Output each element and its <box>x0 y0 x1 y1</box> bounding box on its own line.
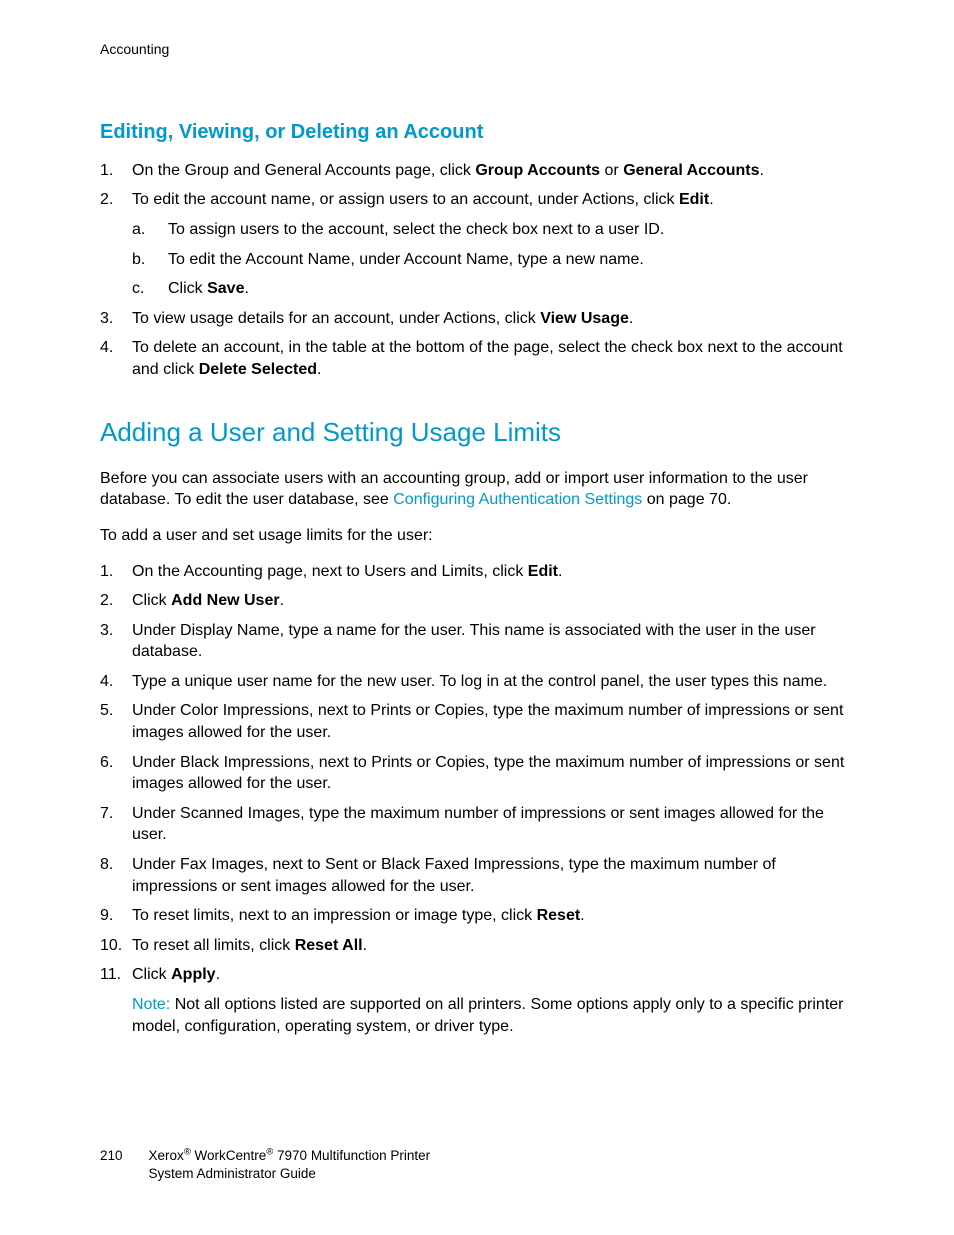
text: To reset limits, next to an impression o… <box>132 907 537 924</box>
list-item: Click Save. <box>132 278 854 300</box>
heading-editing-account: Editing, Viewing, or Deleting an Account <box>100 119 854 146</box>
text: Click <box>168 280 207 297</box>
list-item: To reset all limits, click Reset All. <box>100 935 854 957</box>
text: Under Color Impressions, next to Prints … <box>132 702 843 741</box>
bold-text: Reset All <box>295 937 363 954</box>
text: On the Group and General Accounts page, … <box>132 162 475 179</box>
list-item: Type a unique user name for the new user… <box>100 671 854 693</box>
bold-text: Group Accounts <box>475 162 600 179</box>
text: To edit the Account Name, under Account … <box>168 251 644 268</box>
text: Click <box>132 592 171 609</box>
bold-text: Edit <box>679 191 709 208</box>
bold-text: View Usage <box>540 310 629 327</box>
text: To assign users to the account, select t… <box>168 221 664 238</box>
text: Under Scanned Images, type the maximum n… <box>132 805 824 844</box>
list-item: Under Display Name, type a name for the … <box>100 620 854 663</box>
text: . <box>558 563 562 580</box>
text: or <box>600 162 623 179</box>
list-item: On the Group and General Accounts page, … <box>100 160 854 182</box>
note-label: Note: <box>132 996 170 1013</box>
text: . <box>244 280 248 297</box>
list-item: To edit the Account Name, under Account … <box>132 249 854 271</box>
bold-text: Add New User <box>171 592 279 609</box>
text: . <box>317 361 321 378</box>
text: Click <box>132 966 171 983</box>
list-item: Under Color Impressions, next to Prints … <box>100 700 854 743</box>
text: Under Fax Images, next to Sent or Black … <box>132 856 776 895</box>
text: System Administrator Guide <box>149 1166 316 1181</box>
bold-text: Reset <box>537 907 581 924</box>
list-item: Click Add New User. <box>100 590 854 612</box>
section2-list: On the Accounting page, next to Users an… <box>100 561 854 987</box>
text: . <box>580 907 584 924</box>
list-item: Click Apply. <box>100 964 854 986</box>
text: . <box>363 937 367 954</box>
bold-text: General Accounts <box>623 162 759 179</box>
text: Under Display Name, type a name for the … <box>132 622 816 661</box>
text: Under Black Impressions, next to Prints … <box>132 754 844 793</box>
text: To reset all limits, click <box>132 937 295 954</box>
sublist: To assign users to the account, select t… <box>132 219 854 300</box>
note-block: Note: Not all options listed are support… <box>100 994 854 1037</box>
list-item: To edit the account name, or assign user… <box>100 189 854 299</box>
bold-text: Save <box>207 280 244 297</box>
brand: WorkCentre <box>191 1148 267 1163</box>
list-item: Under Scanned Images, type the maximum n… <box>100 803 854 846</box>
intro-paragraph: Before you can associate users with an a… <box>100 468 854 511</box>
list-item: To reset limits, next to an impression o… <box>100 905 854 927</box>
text: . <box>760 162 764 179</box>
page-footer: 210 Xerox® WorkCentre® 7970 Multifunction… <box>100 1147 430 1183</box>
section1-list: On the Group and General Accounts page, … <box>100 160 854 381</box>
bold-text: Apply <box>171 966 215 983</box>
page-number: 210 <box>100 1147 123 1165</box>
text: . <box>216 966 220 983</box>
text: 7970 Multifunction Printer <box>273 1148 430 1163</box>
link-configuring-auth[interactable]: Configuring Authentication Settings <box>393 491 642 508</box>
text: To view usage details for an account, un… <box>132 310 540 327</box>
heading-adding-user: Adding a User and Setting Usage Limits <box>100 415 854 450</box>
list-item: On the Accounting page, next to Users an… <box>100 561 854 583</box>
registered-icon: ® <box>184 1146 191 1157</box>
bold-text: Edit <box>528 563 558 580</box>
list-item: Under Black Impressions, next to Prints … <box>100 752 854 795</box>
list-item: To delete an account, in the table at th… <box>100 337 854 380</box>
brand: Xerox <box>149 1148 184 1163</box>
lead-paragraph: To add a user and set usage limits for t… <box>100 525 854 547</box>
bold-text: Delete Selected <box>199 361 317 378</box>
text: Type a unique user name for the new user… <box>132 673 827 690</box>
text: To edit the account name, or assign user… <box>132 191 679 208</box>
list-item: Under Fax Images, next to Sent or Black … <box>100 854 854 897</box>
list-item: To assign users to the account, select t… <box>132 219 854 241</box>
text: on page 70. <box>642 491 731 508</box>
footer-text: Xerox® WorkCentre® 7970 Multifunction Pr… <box>149 1147 431 1183</box>
text: . <box>280 592 284 609</box>
text: On the Accounting page, next to Users an… <box>132 563 528 580</box>
list-item: To view usage details for an account, un… <box>100 308 854 330</box>
note-text: Not all options listed are supported on … <box>132 996 844 1035</box>
text: . <box>629 310 633 327</box>
text: . <box>709 191 713 208</box>
page-header-section: Accounting <box>100 40 854 59</box>
